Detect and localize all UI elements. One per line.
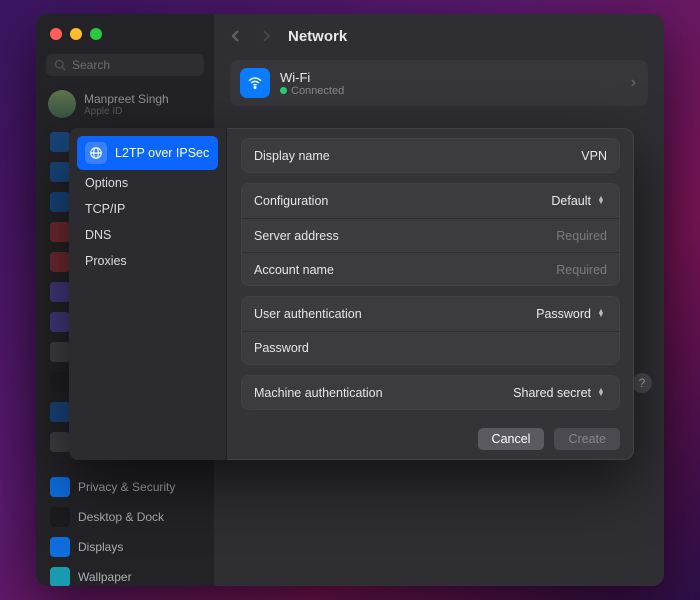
sidebar-item-label: Privacy & Security	[78, 480, 175, 494]
machine-authentication-row[interactable]: Machine authentication Shared secret ▲▼	[242, 376, 619, 410]
user-sub: Apple ID	[84, 106, 169, 117]
sidebar-item-icon	[50, 432, 70, 452]
apple-id-row[interactable]: Manpreet Singh Apple ID	[36, 84, 214, 124]
chevron-right-icon	[628, 76, 638, 90]
traffic-lights	[50, 28, 102, 40]
updown-icon: ▲▼	[595, 197, 607, 205]
sheet-tab[interactable]: DNS	[77, 222, 218, 248]
account-name-placeholder: Required	[556, 263, 607, 277]
close-window-button[interactable]	[50, 28, 62, 40]
machauth-group: Machine authentication Shared secret ▲▼	[241, 375, 620, 410]
sheet-tab-label: TCP/IP	[85, 202, 125, 216]
sidebar-item-icon	[50, 282, 70, 302]
content-header: Network	[214, 14, 664, 58]
updown-icon: ▲▼	[595, 389, 607, 397]
user-authentication-label: User authentication	[254, 307, 362, 321]
sheet-tab-label: DNS	[85, 228, 111, 242]
sidebar-item-label: Desktop & Dock	[78, 510, 164, 524]
sidebar-item[interactable]: Wallpaper	[44, 563, 206, 586]
wifi-row[interactable]: Wi-Fi Connected	[230, 60, 648, 106]
userauth-group: User authentication Password ▲▼ Password	[241, 296, 620, 365]
sidebar-item[interactable]: Displays	[44, 533, 206, 561]
forward-button[interactable]	[258, 28, 274, 44]
configuration-row[interactable]: Configuration Default ▲▼	[242, 184, 619, 218]
sidebar-item-icon	[50, 402, 70, 422]
sheet-tab-label: Proxies	[85, 254, 127, 268]
machine-authentication-label: Machine authentication	[254, 386, 383, 400]
password-label: Password	[254, 341, 309, 355]
sidebar-item-label: Wallpaper	[78, 570, 132, 584]
display-name-group: Display name VPN	[241, 138, 620, 173]
help-button[interactable]: ?	[632, 373, 652, 393]
sidebar-item-icon	[50, 507, 70, 527]
create-button[interactable]: Create	[554, 428, 620, 450]
sidebar-item[interactable]: Privacy & Security	[44, 473, 206, 501]
user-authentication-value: Password	[536, 307, 591, 321]
sidebar-item-icon	[50, 132, 70, 152]
search-placeholder: Search	[72, 58, 110, 72]
sidebar-item-icon	[50, 537, 70, 557]
sidebar-item-label: Displays	[78, 540, 123, 554]
user-name: Manpreet Singh	[84, 92, 169, 106]
vpn-config-sheet: L2TP over IPSec Options TCP/IP DNS Proxies D…	[69, 128, 634, 460]
sheet-form: Display name VPN Configuration Default ▲▼…	[227, 128, 634, 460]
updown-icon: ▲▼	[595, 310, 607, 318]
server-address-row[interactable]: Server address Required	[242, 218, 619, 252]
sidebar-item-icon	[50, 372, 70, 392]
server-address-label: Server address	[254, 229, 339, 243]
password-row[interactable]: Password	[242, 331, 619, 365]
sidebar-item-icon	[50, 222, 70, 242]
search-input[interactable]: Search	[46, 54, 204, 76]
configuration-label: Configuration	[254, 194, 328, 208]
cancel-button[interactable]: Cancel	[478, 428, 545, 450]
sidebar-item-icon	[50, 342, 70, 362]
account-name-label: Account name	[254, 263, 334, 277]
sidebar-item-icon	[50, 252, 70, 272]
wifi-status: Connected	[280, 85, 344, 97]
sidebar-item-icon	[50, 477, 70, 497]
network-list: Wi-Fi Connected	[214, 58, 664, 108]
user-authentication-row[interactable]: User authentication Password ▲▼	[242, 297, 619, 331]
wifi-icon	[240, 68, 270, 98]
zoom-window-button[interactable]	[90, 28, 102, 40]
wifi-name: Wi-Fi	[280, 70, 344, 85]
sheet-buttons: Cancel Create	[241, 420, 620, 450]
configuration-value: Default	[551, 194, 591, 208]
minimize-window-button[interactable]	[70, 28, 82, 40]
sheet-tab[interactable]: Proxies	[77, 248, 218, 274]
sidebar-item-icon	[50, 192, 70, 212]
sheet-tab-label: L2TP over IPSec	[115, 146, 209, 160]
sheet-tab[interactable]: Options	[77, 170, 218, 196]
back-button[interactable]	[228, 28, 244, 44]
search-icon	[54, 59, 66, 71]
sidebar-item-icon	[50, 312, 70, 332]
sidebar-items-lower: Privacy & Security Desktop & Dock Displays…	[36, 469, 214, 586]
connection-group: Configuration Default ▲▼ Server address R…	[241, 183, 620, 285]
sidebar-item-icon	[50, 567, 70, 586]
display-name-label: Display name	[254, 149, 330, 163]
sheet-sidebar: L2TP over IPSec Options TCP/IP DNS Proxies	[69, 128, 227, 460]
server-address-placeholder: Required	[556, 229, 607, 243]
display-name-value: VPN	[581, 149, 607, 163]
account-name-row[interactable]: Account name Required	[242, 252, 619, 285]
globe-icon	[85, 142, 107, 164]
status-dot-icon	[280, 87, 287, 94]
sidebar-item-icon	[50, 462, 70, 463]
page-title: Network	[288, 28, 347, 45]
sheet-tab-label: Options	[85, 176, 128, 190]
display-name-row[interactable]: Display name VPN	[242, 139, 619, 173]
sheet-tab[interactable]: L2TP over IPSec	[77, 136, 218, 170]
sidebar-item-icon	[50, 162, 70, 182]
machine-authentication-value: Shared secret	[513, 386, 591, 400]
sidebar-item[interactable]: Desktop & Dock	[44, 503, 206, 531]
avatar	[48, 90, 76, 118]
sheet-tab[interactable]: TCP/IP	[77, 196, 218, 222]
